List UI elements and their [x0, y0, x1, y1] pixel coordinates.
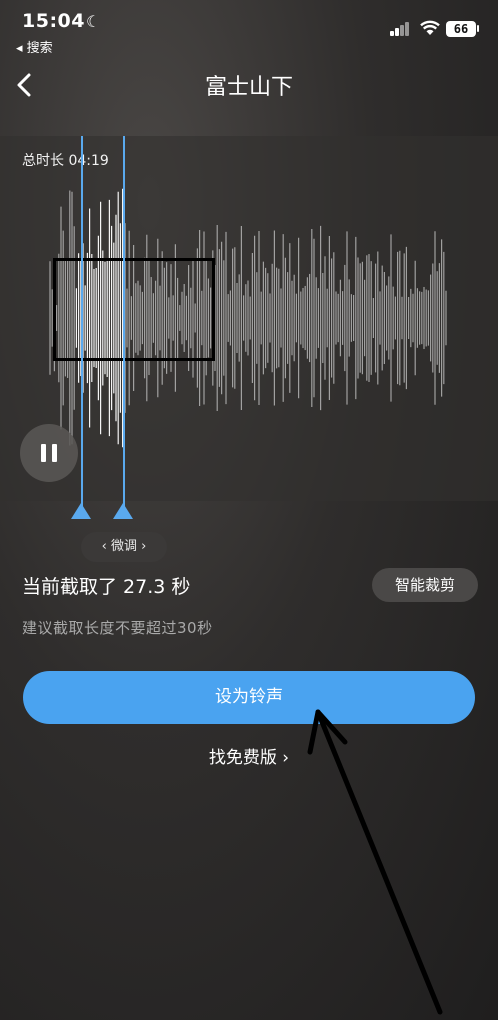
- pause-button[interactable]: [20, 424, 78, 482]
- status-bar: 15:04 ☾ ◂ 搜索 66: [0, 0, 498, 60]
- pause-icon-bar: [52, 444, 57, 462]
- battery-tip: [477, 25, 479, 32]
- set-ringtone-button[interactable]: 设为铃声: [23, 671, 475, 724]
- smart-cut-button[interactable]: 智能裁剪: [372, 568, 478, 602]
- back-arrow-icon[interactable]: [14, 72, 44, 102]
- length-suggestion-text: 建议截取长度不要超过30秒: [22, 619, 213, 637]
- cellular-signal-icon: [390, 22, 412, 36]
- start-marker-handle[interactable]: [71, 503, 91, 519]
- moon-icon: ☾: [86, 12, 101, 31]
- wifi-icon: [420, 20, 440, 35]
- annotation-highlight-box: [53, 258, 215, 361]
- status-time: 15:04: [22, 10, 85, 32]
- current-selection-label: 当前截取了 27.3 秒: [22, 576, 191, 598]
- pause-icon: [41, 444, 46, 462]
- finetune-button[interactable]: ‹ 微调 ›: [81, 532, 167, 562]
- find-free-version-link[interactable]: 找免费版 ›: [0, 745, 498, 771]
- end-marker-line[interactable]: [123, 136, 125, 508]
- end-marker-handle[interactable]: [113, 503, 133, 519]
- page-title: 富士山下: [204, 75, 293, 100]
- start-marker-line[interactable]: [81, 136, 83, 508]
- battery-indicator: 66: [446, 21, 476, 37]
- back-to-app-link[interactable]: ◂ 搜索: [16, 37, 53, 56]
